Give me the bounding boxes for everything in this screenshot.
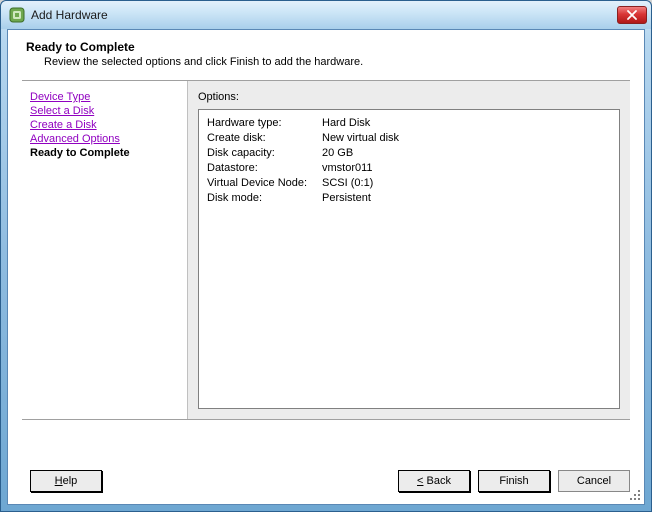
summary-key: Virtual Device Node:: [207, 176, 322, 191]
options-panel: Options: Hardware type: Hard Disk Create…: [188, 81, 630, 419]
header-subtitle: Review the selected options and click Fi…: [26, 56, 630, 68]
summary-row: Disk mode: Persistent: [207, 191, 611, 206]
summary-value: New virtual disk: [322, 131, 399, 146]
summary-value: Hard Disk: [322, 116, 370, 131]
resize-grip[interactable]: [628, 488, 642, 502]
footer: Help < Back Finish Cancel: [8, 458, 644, 504]
options-label: Options:: [198, 91, 620, 103]
close-button[interactable]: [617, 6, 647, 24]
summary-row: Disk capacity: 20 GB: [207, 146, 611, 161]
summary-key: Datastore:: [207, 161, 322, 176]
summary-value: 20 GB: [322, 146, 353, 161]
header-title: Ready to Complete: [26, 40, 630, 54]
titlebar[interactable]: Add Hardware: [1, 1, 651, 29]
window-title: Add Hardware: [31, 8, 617, 22]
summary-row: Hardware type: Hard Disk: [207, 116, 611, 131]
step-link-device-type[interactable]: Device Type: [30, 91, 179, 103]
step-sidebar: Device Type Select a Disk Create a Disk …: [22, 81, 188, 419]
step-current: Ready to Complete: [30, 147, 179, 159]
finish-button[interactable]: Finish: [478, 470, 550, 492]
step-link-create-disk[interactable]: Create a Disk: [30, 119, 179, 131]
help-button[interactable]: Help: [30, 470, 102, 492]
summary-value: Persistent: [322, 191, 371, 206]
wizard-body: Device Type Select a Disk Create a Disk …: [22, 80, 630, 420]
dialog-window: Add Hardware Ready to Complete Review th…: [0, 0, 652, 512]
summary-key: Disk mode:: [207, 191, 322, 206]
summary-key: Create disk:: [207, 131, 322, 146]
summary-row: Virtual Device Node: SCSI (0:1): [207, 176, 611, 191]
wizard-header: Ready to Complete Review the selected op…: [8, 30, 644, 80]
step-link-select-disk[interactable]: Select a Disk: [30, 105, 179, 117]
summary-row: Datastore: vmstor011: [207, 161, 611, 176]
summary-key: Hardware type:: [207, 116, 322, 131]
summary-value: vmstor011: [322, 161, 373, 176]
summary-value: SCSI (0:1): [322, 176, 373, 191]
app-icon: [9, 7, 25, 23]
client-area: Ready to Complete Review the selected op…: [7, 29, 645, 505]
options-box: Hardware type: Hard Disk Create disk: Ne…: [198, 109, 620, 409]
back-button[interactable]: < Back: [398, 470, 470, 492]
step-link-advanced-options[interactable]: Advanced Options: [30, 133, 179, 145]
cancel-button[interactable]: Cancel: [558, 470, 630, 492]
summary-key: Disk capacity:: [207, 146, 322, 161]
summary-row: Create disk: New virtual disk: [207, 131, 611, 146]
